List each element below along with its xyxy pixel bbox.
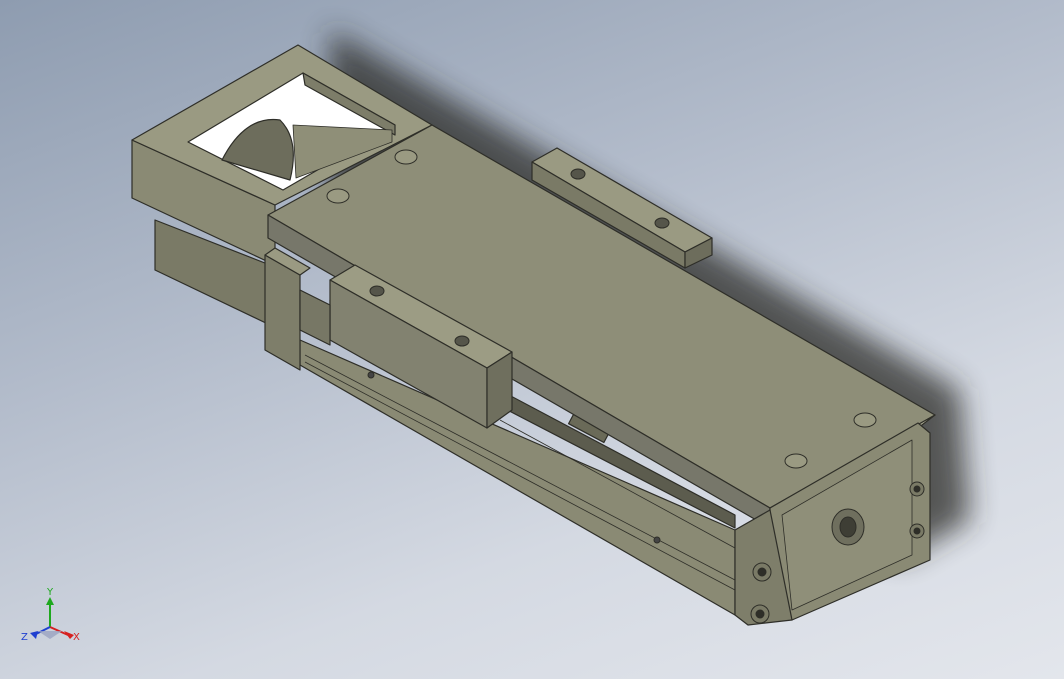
y-axis-arrow [46, 597, 54, 605]
axis-triad: Y X Z [21, 587, 80, 643]
end-cap-bore [831, 508, 865, 546]
linear-actuator-model[interactable] [0, 0, 1064, 679]
z-axis-arrow [30, 631, 38, 639]
z-axis-label: Z [21, 632, 28, 643]
x-axis-label: X [73, 632, 80, 643]
triad-base [38, 631, 62, 639]
slider-block-stem [299, 289, 331, 346]
y-axis-label: Y [46, 587, 54, 598]
cad-3d-viewport[interactable]: Y X Z [0, 0, 1064, 679]
